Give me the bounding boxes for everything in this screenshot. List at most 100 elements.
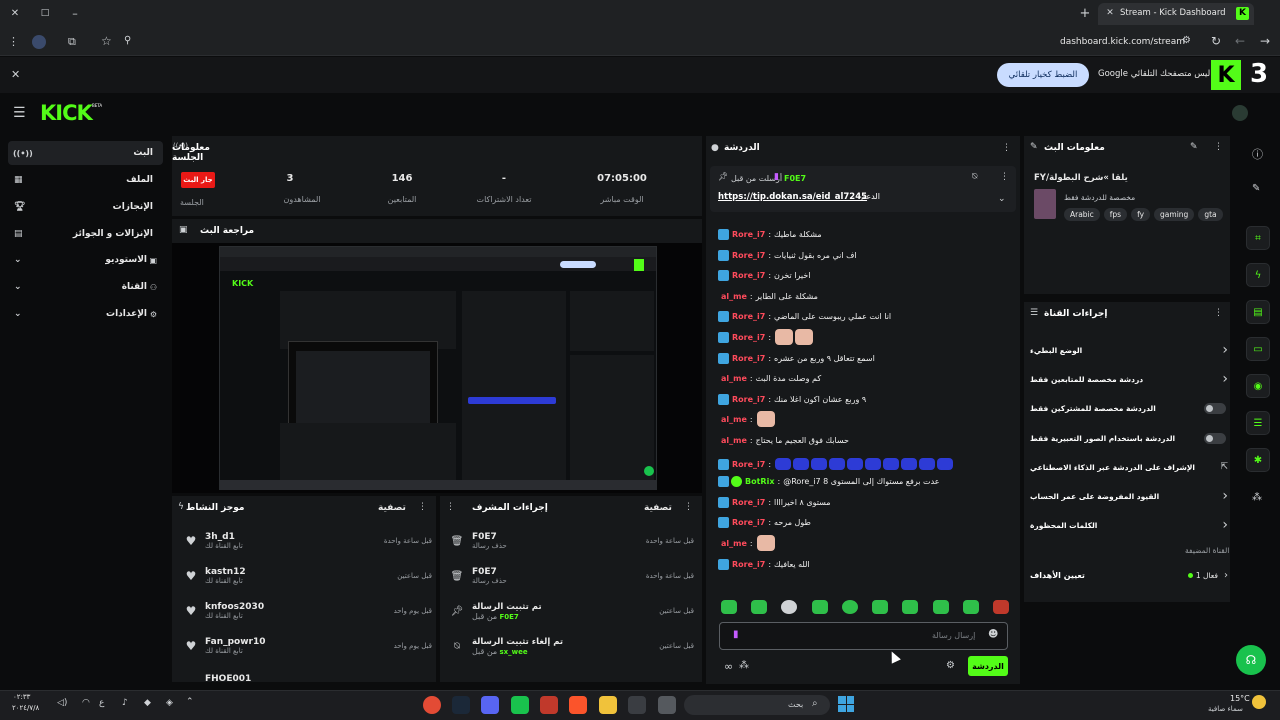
chat-username[interactable]: al_me — [721, 374, 747, 383]
rail-button[interactable]: ☰ — [1246, 411, 1270, 435]
emote-icon[interactable] — [902, 600, 919, 614]
more-options-icon[interactable]: ⋮ — [1000, 172, 1009, 182]
emote-icon[interactable] — [811, 600, 828, 614]
activity-user[interactable]: knfoos2030 — [205, 602, 335, 612]
app-icon[interactable] — [540, 696, 558, 714]
chat-emote-icon[interactable] — [901, 458, 918, 470]
hamburger-menu-icon[interactable]: ☰ — [13, 105, 26, 121]
tray-app-icon[interactable]: ◆ — [144, 698, 151, 708]
emote-icon[interactable] — [721, 600, 737, 614]
back-icon[interactable]: → — [1260, 34, 1270, 48]
speaker-icon[interactable]: ◁) — [57, 698, 67, 708]
more-options-icon[interactable]: ⋮ — [418, 502, 427, 512]
group-icon[interactable]: ⁂ — [1252, 492, 1262, 503]
maximize-icon[interactable]: □ — [38, 6, 52, 20]
edit-icon[interactable]: ✎ — [1252, 183, 1260, 194]
chat-username[interactable]: Rore_i7 — [732, 312, 765, 321]
bookmark-star-icon[interactable]: ☆ — [101, 34, 112, 48]
rail-button[interactable]: ▤ — [1246, 300, 1270, 324]
brave-icon[interactable] — [569, 696, 587, 714]
tag-chip[interactable]: Arabic — [1064, 208, 1100, 221]
taskbar-search[interactable]: بحث ⌕ — [684, 695, 830, 715]
chat-username[interactable]: al_me — [721, 539, 747, 548]
chat-emote-icon[interactable] — [865, 458, 882, 470]
tag-chip[interactable]: fy — [1131, 208, 1151, 221]
chat-username[interactable]: Rore_i7 — [732, 560, 765, 569]
mic-icon[interactable]: ♪ — [122, 698, 128, 708]
nav-item-achievements[interactable]: 🏆︎ الإنجازات — [8, 195, 163, 219]
chat-username[interactable]: Rore_i7 — [732, 460, 765, 469]
tag-chip[interactable]: fps — [1103, 208, 1128, 221]
chat-input[interactable]: ▮ إرسال رسالة ☻ — [719, 622, 1008, 650]
rail-button[interactable]: ▭ — [1246, 337, 1270, 361]
chat-emote-icon[interactable] — [937, 458, 954, 470]
chat-username[interactable]: Rore_i7 — [732, 271, 765, 280]
nav-item-studio[interactable]: ⌄ الاستوديو ▣ — [8, 248, 163, 272]
extensions-icon[interactable]: ⧉ — [68, 35, 76, 49]
pinned-user[interactable]: F0E7 — [784, 174, 806, 183]
chat-username[interactable]: Rore_i7 — [732, 354, 765, 363]
tag-chip[interactable]: gaming — [1154, 208, 1195, 221]
category-name[interactable]: مخصصة للدردشة فقط — [1064, 193, 1135, 202]
chat-emote-icon[interactable] — [829, 458, 846, 470]
close-bar-icon[interactable]: ✕ — [11, 68, 20, 81]
stream-video[interactable]: KICK — [219, 246, 657, 490]
emoji-icon[interactable]: ☻ — [988, 629, 998, 640]
chat-emote-icon[interactable] — [793, 458, 810, 470]
chat-username[interactable]: al_me — [721, 292, 747, 301]
chat-username[interactable]: Rore_i7 — [732, 395, 765, 404]
gear-icon[interactable]: ⚙ — [946, 660, 955, 671]
close-window-icon[interactable]: ✕ — [8, 6, 22, 20]
reload-icon[interactable]: ↻ — [1211, 34, 1221, 48]
nav-item-channel[interactable]: ⌄ القناة ⚇ — [8, 275, 163, 299]
emote-icon[interactable] — [932, 600, 949, 614]
chat-username[interactable]: BotRix — [745, 477, 774, 486]
category-thumbnail[interactable] — [1034, 189, 1056, 219]
chat-username[interactable]: Rore_i7 — [732, 498, 765, 507]
user-avatar[interactable] — [1232, 105, 1248, 121]
mod-action-user[interactable]: F0E7 — [499, 613, 518, 621]
close-tab-icon[interactable]: ✕ — [1104, 7, 1116, 19]
more-options-icon[interactable]: ⋮ — [684, 502, 693, 512]
rail-button[interactable]: ⌗ — [1246, 226, 1270, 250]
rail-button[interactable]: ✱ — [1246, 448, 1270, 472]
activity-user[interactable]: FHOE001 — [205, 674, 251, 682]
rail-button[interactable]: ◉ — [1246, 374, 1270, 398]
chat-emote-icon[interactable] — [883, 458, 900, 470]
chat-emote-icon[interactable] — [795, 329, 814, 345]
nav-item-stream[interactable]: ((•)) البث — [8, 141, 163, 165]
translate-icon[interactable]: ⚲ — [124, 35, 131, 46]
chat-username[interactable]: Rore_i7 — [732, 333, 765, 342]
pinned-link[interactable]: https://tip.dokan.sa/eid_al7245 — [718, 192, 867, 202]
channel-action-row[interactable]: دردشة مخصصة للمتابعين فقط › — [1030, 370, 1228, 388]
app-icon[interactable] — [658, 696, 676, 714]
set-default-button[interactable]: الضبط كخيار تلقائي — [997, 63, 1089, 87]
kick-app-icon[interactable] — [511, 696, 529, 714]
channel-action-row[interactable]: الإشراف على الدردشة عبر الذكاء الاصطناعي… — [1030, 458, 1228, 476]
emote-icon[interactable] — [841, 600, 858, 614]
goals-row[interactable]: تعيين الأهداف فعال 1 › — [1030, 567, 1228, 583]
minimize-icon[interactable]: – — [68, 6, 82, 20]
unpin-icon[interactable]: ⍉ — [972, 172, 977, 182]
more-options-icon[interactable]: ⋮ — [446, 502, 455, 512]
more-options-icon[interactable]: ⋮ — [1214, 142, 1223, 152]
activity-user[interactable]: 3h_d1 — [205, 532, 335, 542]
site-settings-icon[interactable]: ⚙ — [1182, 35, 1191, 46]
start-menu-icon[interactable] — [838, 696, 854, 712]
activity-user[interactable]: Fan_powr10 — [205, 637, 335, 647]
chat-emote-icon[interactable] — [811, 458, 828, 470]
chat-username[interactable]: Rore_i7 — [732, 230, 765, 239]
emote-icon[interactable] — [781, 600, 798, 614]
chat-username[interactable]: al_me — [721, 436, 747, 445]
rail-button[interactable]: ϟ — [1246, 263, 1270, 287]
kick-logo[interactable]: KICK — [40, 101, 93, 125]
more-options-icon[interactable]: ⋮ — [1002, 143, 1011, 153]
help-chat-button[interactable]: ☊ — [1236, 645, 1266, 675]
url-text[interactable]: dashboard.kick.com/stream — [1060, 37, 1185, 47]
filter-button[interactable]: تصفية — [644, 503, 672, 513]
chat-emote-icon[interactable] — [775, 458, 792, 470]
active-tab[interactable]: ✕ Stream - Kick Dashboard K — [1098, 3, 1254, 25]
tag-chip[interactable]: gta — [1198, 208, 1223, 221]
toggle-switch[interactable] — [1204, 432, 1226, 444]
tray-app-icon[interactable]: ◈ — [166, 698, 173, 708]
